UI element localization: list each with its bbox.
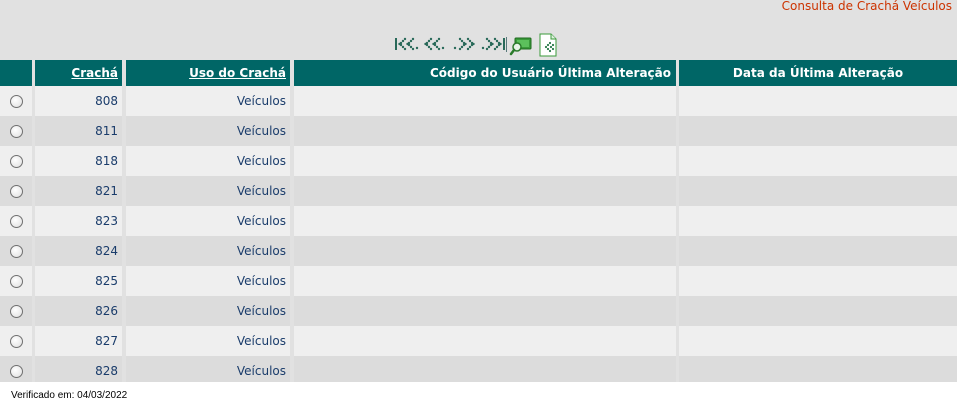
header-uso-cracha: Uso do Crachá [126, 60, 290, 86]
data-alteracao-cell [679, 86, 957, 116]
uso-cell: Veículos [126, 176, 290, 206]
cracha-cell: 826 [35, 296, 122, 326]
cracha-cell: 818 [35, 146, 122, 176]
uso-cell: Veículos [126, 146, 290, 176]
table-row[interactable]: 826 Veículos [0, 296, 957, 326]
table-row[interactable]: 823 Veículos [0, 206, 957, 236]
last-page-button[interactable] [480, 33, 506, 59]
row-select-radio[interactable] [10, 95, 23, 108]
uso-cell: Veículos [126, 296, 290, 326]
search-button[interactable] [509, 33, 533, 61]
row-select-radio[interactable] [10, 185, 23, 198]
row-select-radio[interactable] [10, 245, 23, 258]
codigo-usuario-cell [294, 176, 676, 206]
row-select-radio[interactable] [10, 365, 23, 378]
row-select-radio[interactable] [10, 125, 23, 138]
cracha-cell: 811 [35, 116, 122, 146]
sort-cracha-link[interactable]: Crachá [71, 66, 118, 80]
data-alteracao-cell [679, 206, 957, 236]
table-row[interactable]: 827 Veículos [0, 326, 957, 356]
verified-date-text: Verificado em: 04/03/2022 [11, 390, 128, 401]
codigo-usuario-cell [294, 146, 676, 176]
header-select-column [0, 60, 32, 86]
row-select-radio[interactable] [10, 305, 23, 318]
cracha-cell: 824 [35, 236, 122, 266]
sort-uso-link[interactable]: Uso do Crachá [189, 66, 286, 80]
export-excel-icon [539, 33, 557, 57]
table-row[interactable]: 811 Veículos [0, 116, 957, 146]
export-excel-button[interactable] [537, 33, 559, 61]
uso-cell: Veículos [126, 206, 290, 236]
last-page-icon [481, 37, 505, 51]
header-codigo-usuario: Código do Usuário Última Alteração [294, 60, 676, 86]
cracha-cell: 827 [35, 326, 122, 356]
table-row[interactable]: 828 Veículos [0, 356, 957, 382]
uso-cell: Veículos [126, 86, 290, 116]
data-alteracao-cell [679, 176, 957, 206]
row-select-radio[interactable] [10, 215, 23, 228]
codigo-usuario-cell [294, 296, 676, 326]
content-panel: Consulta de Crachá Veículos Crachá Uso d… [0, 0, 957, 382]
cracha-cell: 808 [35, 86, 122, 116]
row-select-radio[interactable] [10, 275, 23, 288]
codigo-usuario-cell [294, 356, 676, 382]
uso-cell: Veículos [126, 356, 290, 382]
data-alteracao-cell [679, 326, 957, 356]
toolbar-separator [506, 37, 507, 52]
codigo-usuario-cell [294, 236, 676, 266]
page-title: Consulta de Crachá Veículos [781, 0, 952, 13]
data-alteracao-cell [679, 146, 957, 176]
search-icon [509, 37, 532, 56]
uso-cell: Veículos [126, 236, 290, 266]
data-alteracao-cell [679, 266, 957, 296]
codigo-usuario-cell [294, 206, 676, 236]
previous-page-icon [424, 37, 445, 51]
table-row[interactable]: 808 Veículos [0, 86, 957, 116]
previous-page-button[interactable] [422, 33, 448, 59]
header-cracha: Crachá [35, 60, 122, 86]
cracha-cell: 825 [35, 266, 122, 296]
table-row[interactable]: 818 Veículos [0, 146, 957, 176]
codigo-usuario-cell [294, 86, 676, 116]
table-header-row: Crachá Uso do Crachá Código do Usuário Ú… [0, 60, 957, 86]
data-alteracao-cell [679, 296, 957, 326]
first-page-button[interactable] [394, 33, 420, 59]
uso-cell: Veículos [126, 266, 290, 296]
codigo-usuario-cell [294, 116, 676, 146]
first-page-icon [395, 37, 419, 51]
data-alteracao-cell [679, 236, 957, 266]
data-alteracao-cell [679, 116, 957, 146]
table-row[interactable]: 821 Veículos [0, 176, 957, 206]
codigo-usuario-cell [294, 326, 676, 356]
codigo-usuario-cell [294, 266, 676, 296]
data-alteracao-cell [679, 356, 957, 382]
cracha-cell: 823 [35, 206, 122, 236]
header-data-alteracao: Data da Última Alteração [679, 60, 957, 86]
cracha-cell: 821 [35, 176, 122, 206]
next-page-button[interactable] [451, 33, 477, 59]
table-row[interactable]: 824 Veículos [0, 236, 957, 266]
next-page-icon [453, 37, 475, 51]
uso-cell: Veículos [126, 326, 290, 356]
row-select-radio[interactable] [10, 155, 23, 168]
table-row[interactable]: 825 Veículos [0, 266, 957, 296]
row-select-radio[interactable] [10, 335, 23, 348]
uso-cell: Veículos [126, 116, 290, 146]
cracha-cell: 828 [35, 356, 122, 382]
